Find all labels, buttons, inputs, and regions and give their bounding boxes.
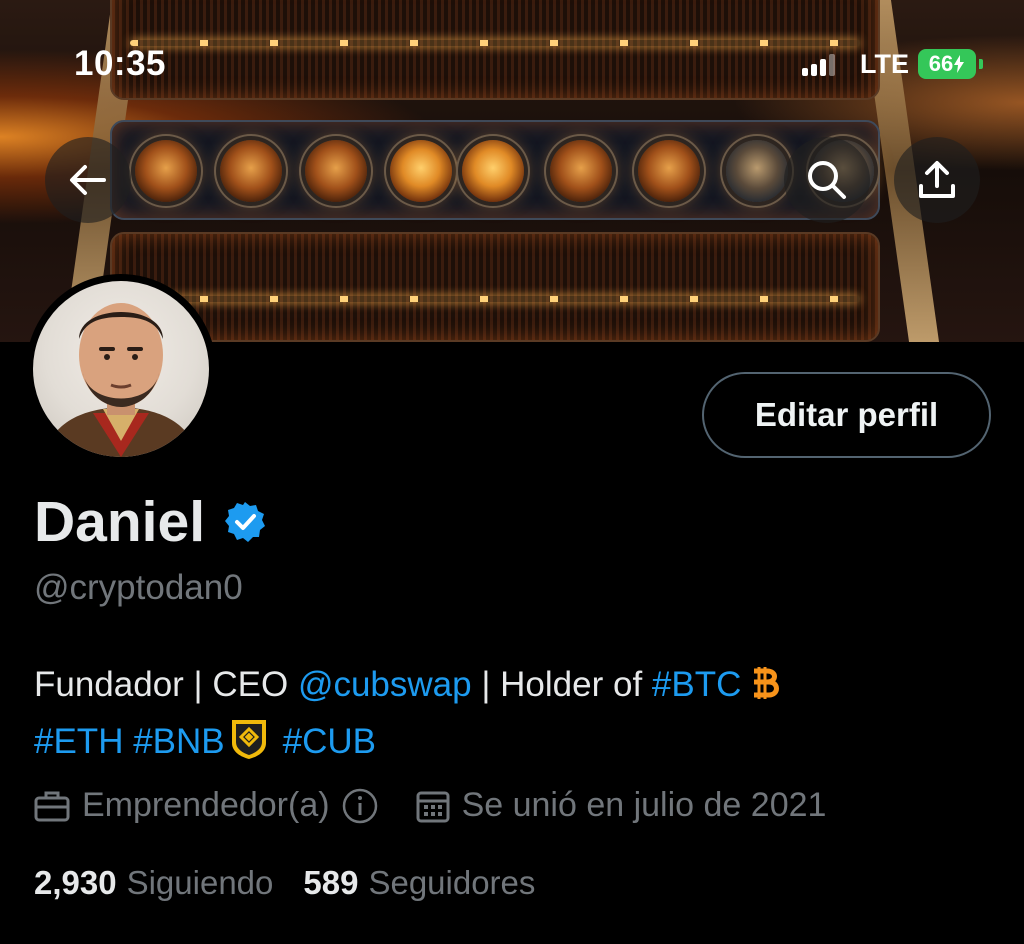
network-type: LTE (860, 49, 909, 79)
search-icon (808, 161, 846, 199)
bio-text: Fundador | CEO (34, 665, 298, 704)
banner-coin (135, 140, 197, 202)
edit-profile-button[interactable]: Editar perfil (702, 372, 991, 458)
banner-coin (390, 140, 452, 202)
avatar-image (33, 281, 209, 457)
back-button[interactable] (45, 137, 131, 223)
share-button[interactable] (894, 137, 980, 223)
share-icon (919, 161, 955, 198)
following-link[interactable]: 2,930 Siguiendo (34, 864, 273, 902)
banner-rail-top (110, 0, 880, 100)
briefcase-icon (34, 790, 70, 822)
profile-handle: @cryptodan0 (34, 568, 243, 607)
profile-category: Emprendedor(a) (82, 786, 330, 824)
hashtag-link[interactable]: #BTC (652, 665, 741, 704)
profile-name-row: Daniel (34, 489, 267, 555)
charging-icon (954, 55, 965, 73)
profile-bio: Fundador | CEO @cubswap | Holder of #BTC… (34, 656, 994, 770)
following-label: Siguiendo (126, 864, 274, 901)
hashtag-link[interactable]: #CUB (283, 722, 376, 761)
banner-coin (726, 140, 788, 202)
search-button[interactable] (784, 137, 870, 223)
profile-meta: Emprendedor(a) Se unió en julio de 2021 (34, 786, 826, 825)
banner-light-strip (130, 296, 860, 302)
info-icon[interactable] (342, 788, 378, 824)
battery-tip (979, 59, 983, 69)
profile-stats: 2,930 Siguiendo 589 Seguidores (34, 864, 535, 902)
battery-icon: 66 (918, 49, 976, 79)
calendar-icon (416, 789, 450, 823)
bio-text: | Holder of (471, 665, 652, 704)
signal-icon (802, 54, 838, 76)
banner-coin (220, 140, 282, 202)
bnb-shield-icon (231, 720, 266, 759)
banner-coin (462, 140, 524, 202)
hashtag-link[interactable]: #BNB (133, 722, 224, 761)
hashtag-link[interactable]: #ETH (34, 722, 123, 761)
following-count: 2,930 (34, 864, 117, 901)
join-date: Se unió en julio de 2021 (461, 786, 827, 824)
portrait-illustration (43, 303, 199, 457)
banner-coin (305, 140, 367, 202)
banner-coin (638, 140, 700, 202)
followers-link[interactable]: 589 Seguidores (303, 864, 535, 902)
mention-link[interactable]: @cubswap (298, 665, 472, 704)
banner-rail-bottom (110, 232, 880, 342)
verified-badge-icon[interactable] (223, 500, 267, 544)
arrow-left-icon (70, 165, 106, 195)
avatar[interactable] (26, 274, 216, 464)
profile-name: Daniel (34, 490, 206, 554)
banner-coin (550, 140, 612, 202)
status-time: 10:35 (74, 44, 167, 83)
banner-light-strip (130, 40, 860, 46)
bitcoin-icon (754, 667, 780, 699)
battery-level: 66 (928, 51, 954, 76)
followers-label: Seguidores (368, 864, 536, 901)
followers-count: 589 (303, 864, 359, 901)
